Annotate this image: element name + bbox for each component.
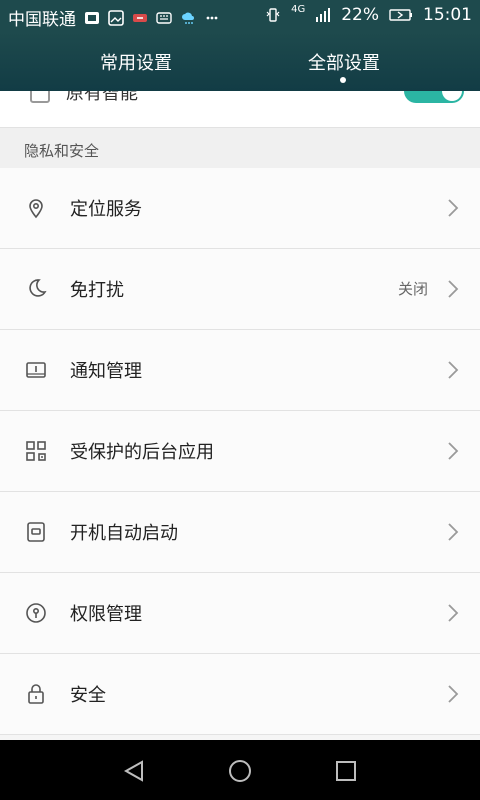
settings-list: 定位服务 免打扰 关闭 通知管理 受保护的后台应用 开机自动启动 权限管理 安全 bbox=[0, 168, 480, 735]
chip-icon bbox=[84, 10, 100, 26]
status-right: 4G 22% 15:01 bbox=[265, 3, 472, 25]
chevron-right-icon bbox=[444, 358, 460, 382]
list-item-permission-management[interactable]: 权限管理 bbox=[0, 573, 480, 654]
partial-row-toggle[interactable] bbox=[404, 91, 464, 103]
item-label: 定位服务 bbox=[70, 199, 142, 220]
moon-icon bbox=[24, 277, 48, 301]
tab-common-label: 常用设置 bbox=[100, 52, 172, 74]
permission-keyhole-icon bbox=[24, 601, 48, 625]
item-label: 通知管理 bbox=[70, 361, 142, 382]
settings-tab-bar: 常用设置 全部设置 bbox=[0, 32, 480, 91]
chevron-right-icon bbox=[444, 439, 460, 463]
image-icon bbox=[108, 9, 124, 26]
list-item-notification-management[interactable]: 通知管理 bbox=[0, 330, 480, 411]
status-bar: 中国联通 4G 22% 15:01 bbox=[0, 0, 480, 32]
android-navigation-bar bbox=[0, 740, 480, 800]
protected-apps-icon bbox=[24, 439, 48, 463]
partial-setting-row[interactable]: 原有智能 bbox=[0, 91, 480, 127]
tab-common-settings[interactable]: 常用设置 bbox=[36, 32, 236, 91]
carrier-name: 中国联通 bbox=[8, 10, 76, 30]
list-item-do-not-disturb[interactable]: 免打扰 关闭 bbox=[0, 249, 480, 330]
item-value: 关闭 bbox=[397, 280, 428, 298]
recent-apps-button[interactable] bbox=[330, 755, 362, 787]
back-button[interactable] bbox=[118, 755, 150, 787]
item-label: 免打扰 bbox=[70, 280, 124, 301]
clock: 15:01 bbox=[423, 5, 472, 25]
list-item-security[interactable]: 安全 bbox=[0, 654, 480, 735]
item-label: 受保护的后台应用 bbox=[70, 442, 214, 463]
signal-4g-icon bbox=[315, 7, 331, 23]
section-header-privacy-security: 隐私和安全 bbox=[0, 127, 480, 170]
section-title: 隐私和安全 bbox=[24, 142, 100, 160]
lock-icon bbox=[24, 682, 48, 706]
item-label: 开机自动启动 bbox=[70, 523, 178, 544]
startup-icon bbox=[24, 520, 48, 544]
chevron-right-icon bbox=[444, 520, 460, 544]
cloud-rain-icon bbox=[180, 10, 196, 26]
item-label: 权限管理 bbox=[70, 604, 142, 625]
partial-row-label: 原有智能 bbox=[66, 91, 138, 104]
battery-icon bbox=[389, 7, 413, 23]
list-item-protected-background-apps[interactable]: 受保护的后台应用 bbox=[0, 411, 480, 492]
location-pin-icon bbox=[24, 196, 48, 220]
status-left: 中国联通 bbox=[8, 5, 220, 30]
list-item-location-service[interactable]: 定位服务 bbox=[0, 168, 480, 249]
keyboard-icon bbox=[156, 10, 172, 26]
toggle-knob bbox=[442, 91, 462, 101]
more-dots-icon bbox=[204, 10, 220, 26]
tab-all-label: 全部设置 bbox=[308, 52, 380, 74]
vibrate-icon bbox=[265, 7, 281, 23]
network-type: 4G bbox=[291, 3, 306, 15]
chevron-right-icon bbox=[444, 196, 460, 220]
notification-box-icon bbox=[24, 358, 48, 382]
list-item-auto-start[interactable]: 开机自动启动 bbox=[0, 492, 480, 573]
item-label: 安全 bbox=[70, 685, 106, 706]
mobile-data-icon bbox=[132, 10, 148, 26]
partial-row-icon bbox=[30, 91, 50, 103]
chevron-right-icon bbox=[444, 277, 460, 301]
battery-percent: 22% bbox=[341, 5, 379, 25]
chevron-right-icon bbox=[444, 682, 460, 706]
active-tab-indicator bbox=[340, 77, 346, 83]
home-button[interactable] bbox=[224, 755, 256, 787]
chevron-right-icon bbox=[444, 601, 460, 625]
